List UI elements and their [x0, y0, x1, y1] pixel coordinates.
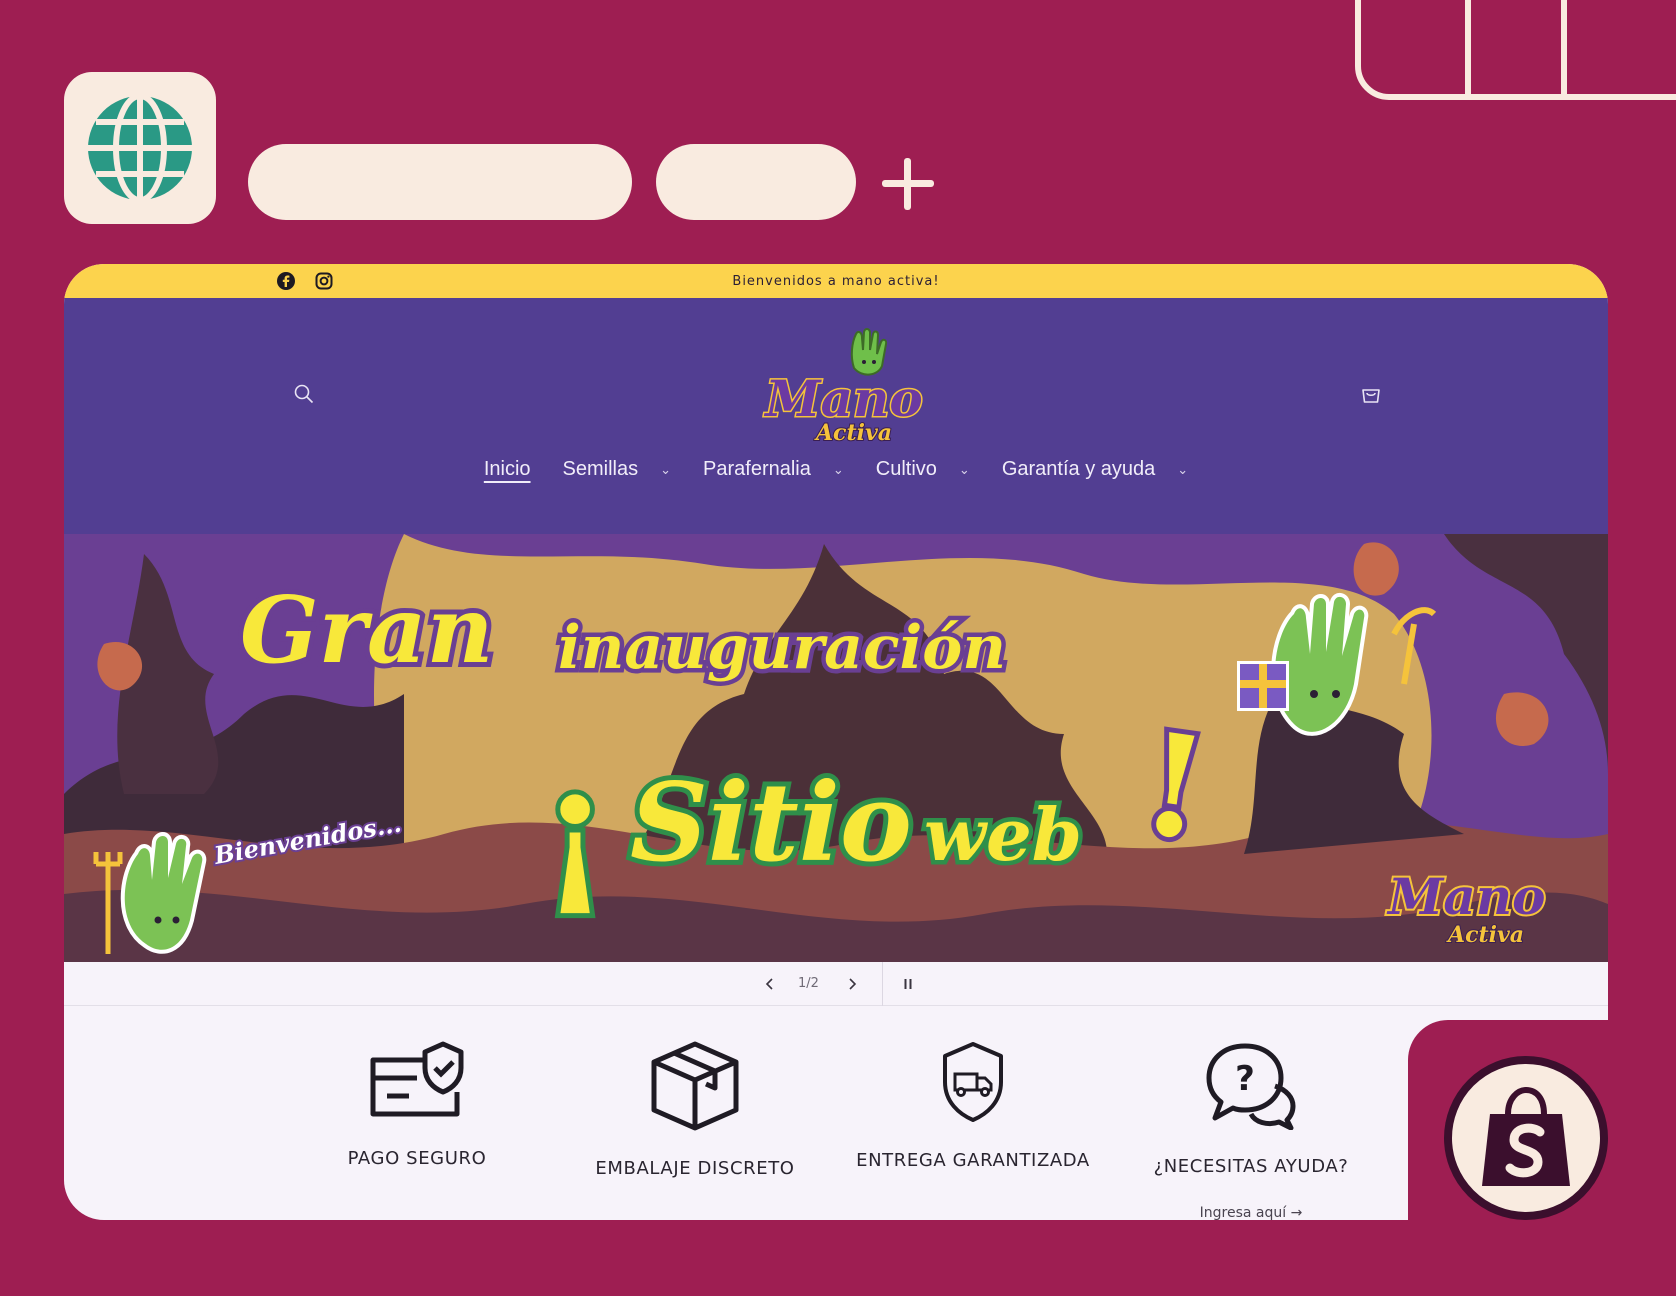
pause-icon[interactable] — [898, 974, 918, 994]
nav-item-label: Cultivo — [875, 458, 937, 480]
search-icon[interactable] — [292, 382, 316, 406]
nav-item-parafernalia[interactable]: Parafernalia ⌄ — [703, 458, 844, 481]
banner-headline-web: web — [924, 792, 1082, 877]
chevron-down-icon: ⌄ — [958, 461, 970, 477]
announcement-text: Bienvenidos a mano activa! — [732, 273, 940, 289]
chevron-right-icon[interactable] — [842, 974, 862, 994]
help-link[interactable]: Ingresa aquí → — [1121, 1205, 1381, 1220]
secure-card-icon — [370, 1041, 464, 1117]
social-links — [276, 271, 334, 291]
nav-item-inicio[interactable]: Inicio — [484, 458, 531, 481]
shopify-badge — [1444, 1056, 1608, 1220]
chevron-left-icon[interactable] — [760, 974, 780, 994]
facebook-icon[interactable] — [276, 271, 296, 291]
shopify-bag-icon — [1482, 1086, 1570, 1186]
main-navigation: Inicio Semillas ⌄ Parafernalia ⌄ Cultivo… — [64, 458, 1608, 481]
banner-logo-subtext: Activa — [1446, 922, 1524, 948]
chevron-down-icon: ⌄ — [660, 461, 672, 477]
feature-entrega-garantizada: ENTREGA GARANTIZADA — [843, 1006, 1103, 1171]
chevron-down-icon: ⌄ — [1177, 461, 1189, 477]
site-header: Mano Activa Inicio Semillas ⌄ Parafernal… — [64, 298, 1608, 534]
shield-truck-icon — [943, 1042, 1003, 1122]
banner-artwork: Gran inauguración ¡ Sitio web ! Bienveni… — [64, 534, 1608, 962]
browser-tab[interactable] — [656, 144, 856, 220]
chevron-down-icon: ⌄ — [832, 461, 844, 477]
banner-inverted-exclamation: ¡ — [540, 734, 610, 922]
hero-banner-slide[interactable]: Gran inauguración ¡ Sitio web ! Bienveni… — [64, 534, 1608, 962]
announcement-bar: Bienvenidos a mano activa! — [64, 264, 1608, 298]
website-window: Bienvenidos a mano activa! Mano Activa I… — [64, 264, 1608, 1220]
feature-label: PAGO SEGURO — [347, 1148, 487, 1169]
nav-item-garantia[interactable]: Garantía y ayuda ⌄ — [1002, 458, 1188, 481]
cart-icon[interactable] — [1358, 381, 1384, 407]
slideshow-controls: 1/2 — [64, 962, 1608, 1006]
site-logo[interactable]: Mano Activa — [744, 324, 944, 450]
feature-label: EMBALAJE DISCRETO — [595, 1158, 795, 1179]
feature-embalaje-discreto: EMBALAJE DISCRETO — [565, 1006, 825, 1179]
window-controls-decoration — [1355, 0, 1676, 100]
banner-headline-sitio: Sitio — [630, 760, 912, 886]
nav-item-label: Parafernalia — [703, 458, 811, 480]
new-tab-plus-icon[interactable] — [882, 158, 934, 210]
feature-label: ENTREGA GARANTIZADA — [856, 1150, 1090, 1171]
instagram-icon[interactable] — [314, 271, 334, 291]
feature-label: ¿NECESITAS AYUDA? — [1153, 1156, 1349, 1177]
feature-pago-seguro: PAGO SEGURO — [287, 1006, 547, 1169]
features-row: PAGO SEGURO EMBALAJE DISCRETO ENTREGA GA… — [64, 1006, 1608, 1220]
logo-subtext: Activa — [814, 420, 892, 446]
controls-divider — [882, 962, 883, 1006]
nav-item-cultivo[interactable]: Cultivo ⌄ — [876, 458, 970, 481]
browser-favicon[interactable] — [64, 72, 216, 224]
globe-icon — [88, 93, 192, 203]
nav-item-semillas[interactable]: Semillas ⌄ — [563, 458, 671, 481]
chat-help-icon: ? — [1206, 1043, 1296, 1130]
banner-headline-gran: Gran — [240, 576, 494, 684]
slide-counter: 1/2 — [798, 976, 819, 991]
browser-tab-active[interactable] — [248, 144, 632, 220]
nav-item-label: Garantía y ayuda — [1001, 458, 1156, 480]
feature-necesitas-ayuda: ? ¿NECESITAS AYUDA? Ingresa aquí → — [1121, 1006, 1381, 1220]
svg-text:?: ? — [1235, 1059, 1255, 1099]
banner-logo-text: Mano — [1386, 867, 1545, 926]
nav-item-label: Semillas — [562, 458, 639, 480]
banner-headline-inauguracion: inauguración — [558, 613, 1006, 683]
box-icon — [651, 1041, 739, 1131]
nav-item-label: Inicio — [483, 458, 531, 480]
hand-mascot-icon: Mano Activa — [762, 328, 924, 447]
